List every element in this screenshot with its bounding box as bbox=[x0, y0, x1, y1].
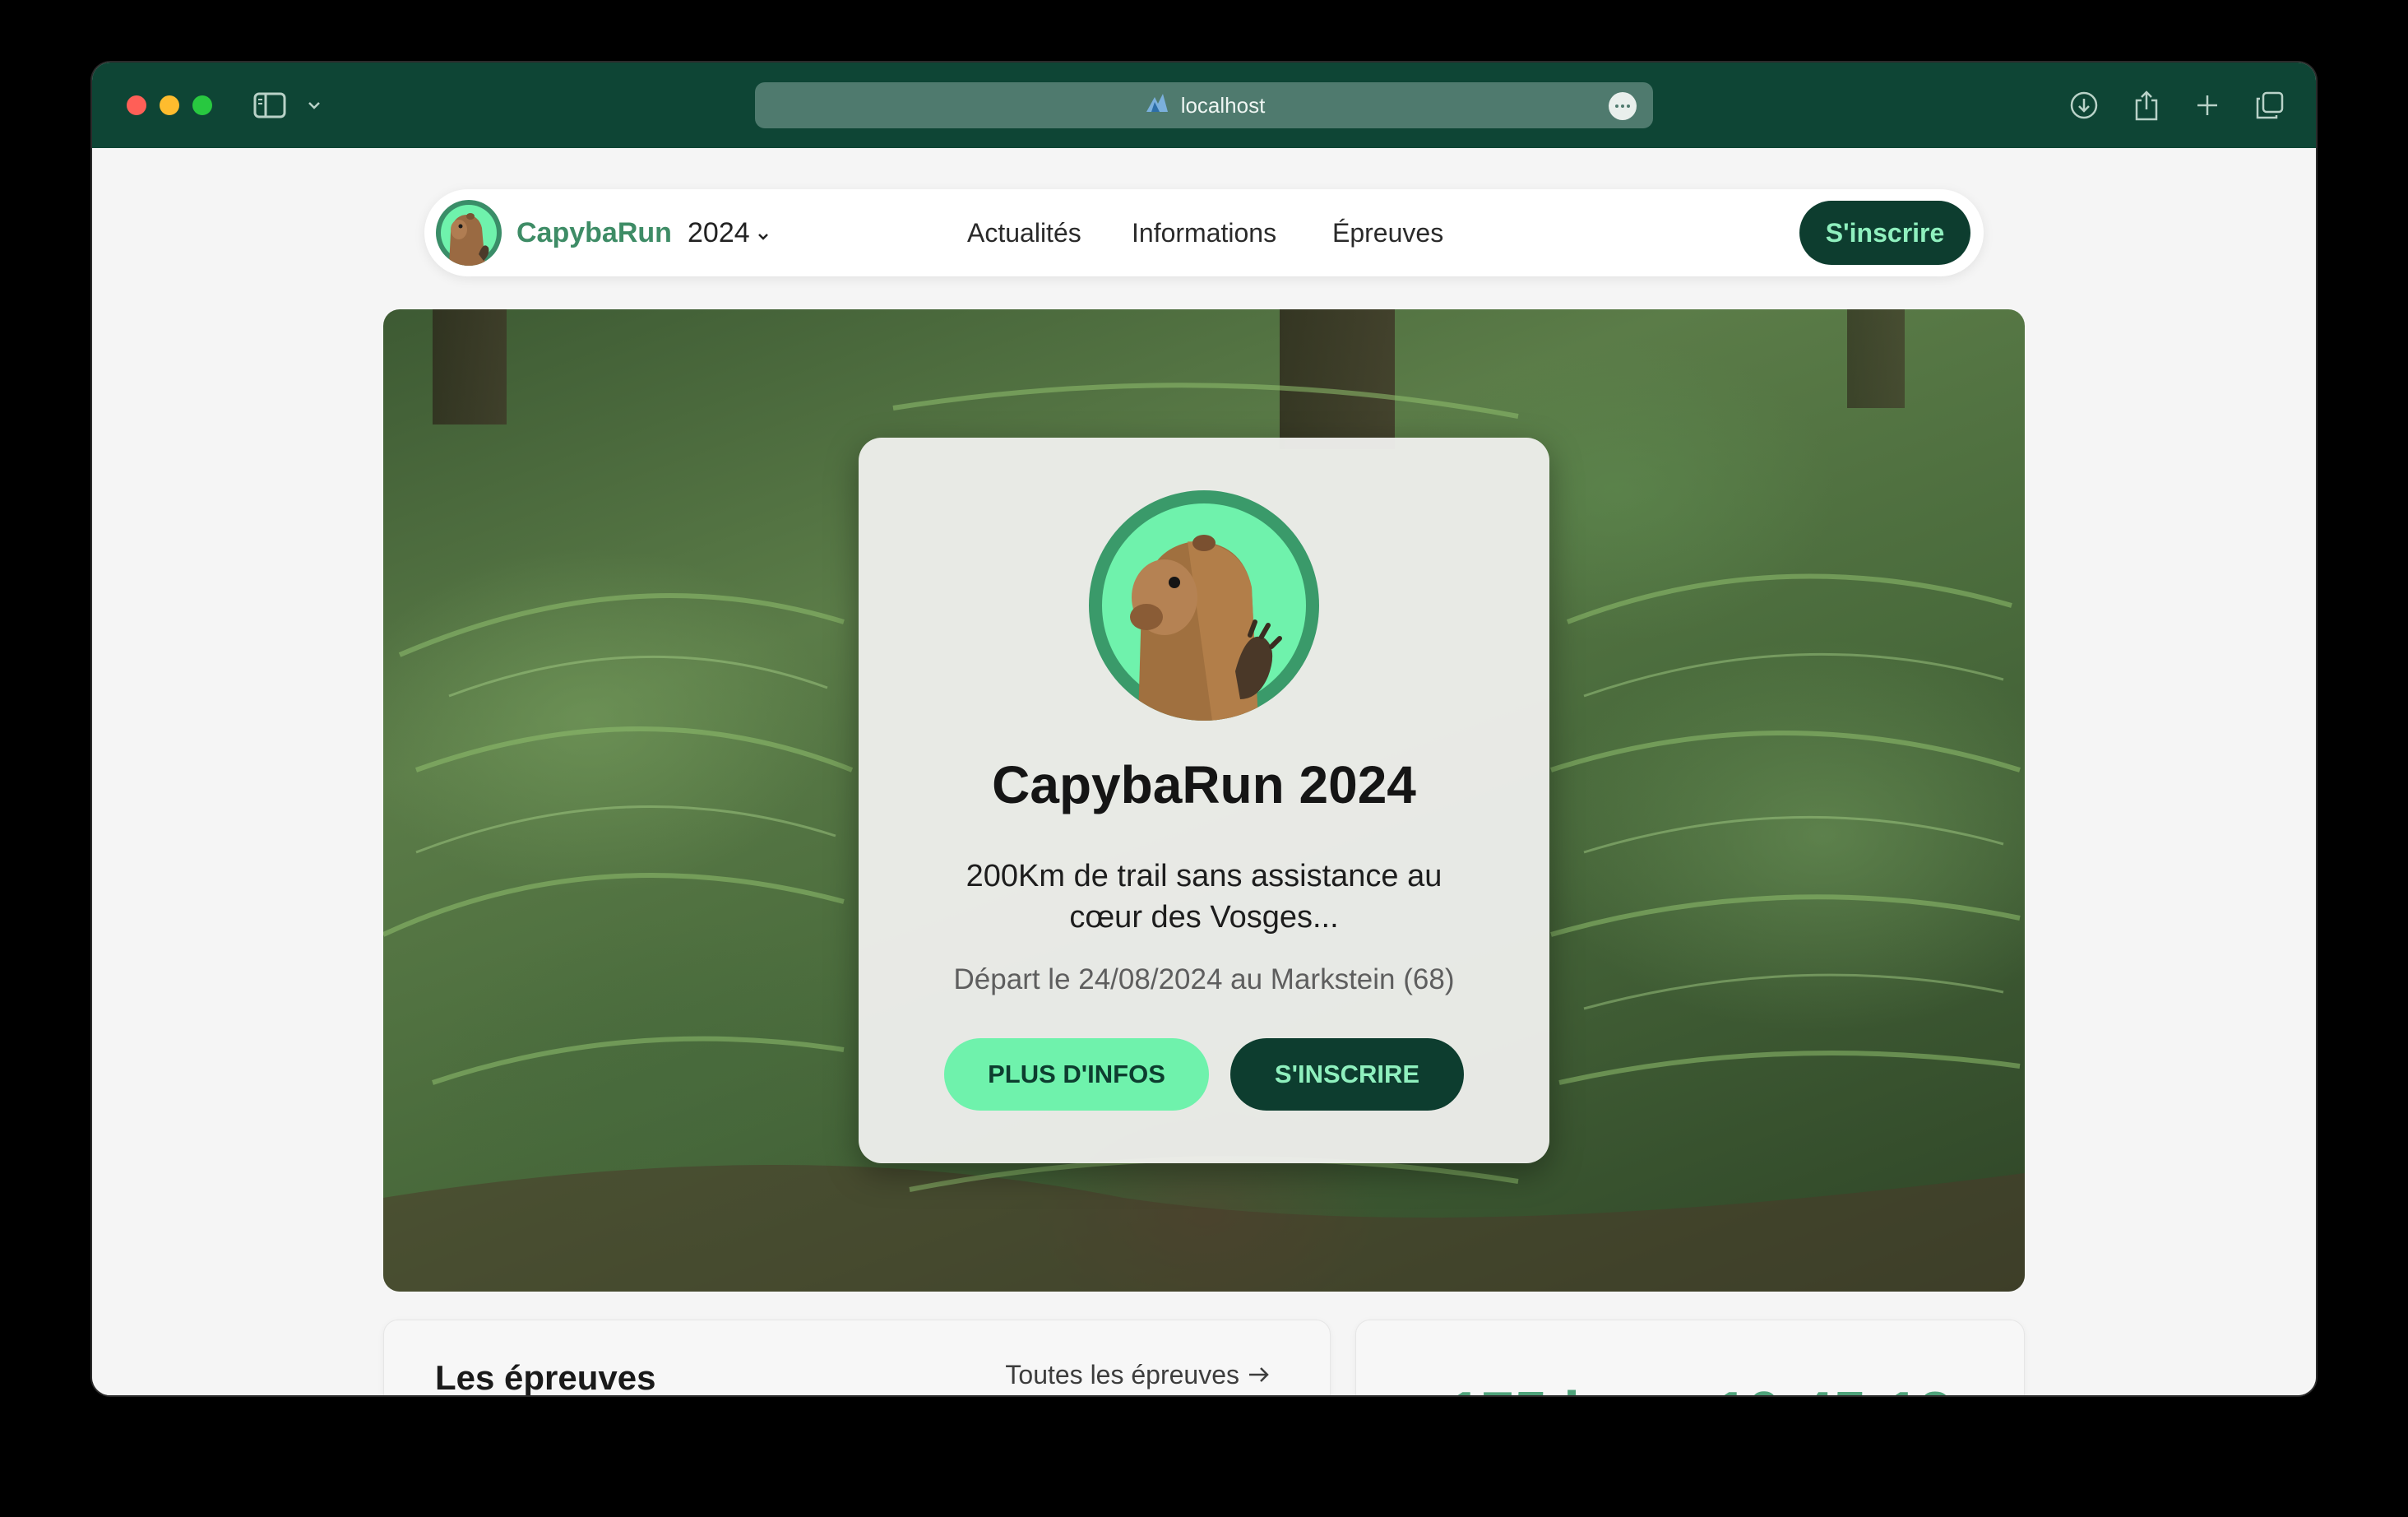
event-title: CapybaRun 2024 bbox=[992, 755, 1416, 814]
more-options-icon[interactable] bbox=[1609, 92, 1637, 120]
new-tab-icon[interactable] bbox=[2189, 87, 2225, 123]
event-card: CapybaRun 2024 200Km de trail sans assis… bbox=[859, 438, 1549, 1163]
all-events-label: Toutes les épreuves bbox=[1005, 1360, 1239, 1389]
nav-link-actualites[interactable]: Actualités bbox=[967, 213, 1081, 253]
page-content: CapybaRun 2024 Actualités Informations É… bbox=[92, 148, 2316, 1395]
site-favicon-icon bbox=[1143, 90, 1171, 121]
stats-panel: 175 km 10:45:12 bbox=[1355, 1320, 2025, 1395]
browser-window: localhost CapybaRun 2024 Actualités Info… bbox=[92, 63, 2316, 1395]
minimize-window-button[interactable] bbox=[160, 95, 179, 115]
chevron-down-icon bbox=[757, 213, 770, 253]
year-label: 2024 bbox=[688, 217, 750, 248]
tab-overview-icon[interactable] bbox=[2252, 87, 2288, 123]
sidebar-toggle-icon[interactable] bbox=[252, 87, 288, 123]
site-navbar: CapybaRun 2024 Actualités Informations É… bbox=[424, 189, 1984, 276]
register-button[interactable]: S'inscrire bbox=[1799, 201, 1970, 265]
browser-toolbar: localhost bbox=[92, 63, 2316, 148]
events-title: Les épreuves bbox=[435, 1358, 656, 1395]
hero-banner: CapybaRun 2024 200Km de trail sans assis… bbox=[383, 309, 2025, 1292]
brand-name[interactable]: CapybaRun bbox=[516, 213, 672, 253]
year-selector[interactable]: 2024 bbox=[688, 213, 770, 253]
capybara-avatar bbox=[1089, 490, 1319, 721]
event-date: Départ le 24/08/2024 au Markstein (68) bbox=[953, 963, 1455, 995]
event-description: 200Km de trail sans assistance au cœur d… bbox=[966, 859, 1442, 935]
share-icon[interactable] bbox=[2128, 87, 2165, 123]
nav-link-epreuves[interactable]: Épreuves bbox=[1332, 213, 1443, 253]
distance-stat: 175 km bbox=[1448, 1380, 1649, 1395]
download-icon[interactable] bbox=[2066, 87, 2102, 123]
all-events-link[interactable]: Toutes les épreuves bbox=[1005, 1360, 1271, 1390]
url-text: localhost bbox=[1180, 92, 1266, 118]
address-bar[interactable]: localhost bbox=[755, 82, 1653, 128]
capybara-logo[interactable] bbox=[436, 200, 502, 266]
events-panel: Les épreuves Toutes les épreuves bbox=[383, 1320, 1331, 1395]
time-stat: 10:45:12 bbox=[1715, 1380, 1952, 1395]
zoom-window-button[interactable] bbox=[192, 95, 212, 115]
close-window-button[interactable] bbox=[127, 95, 146, 115]
arrow-right-icon bbox=[1248, 1360, 1271, 1390]
chevron-down-icon[interactable] bbox=[303, 87, 326, 123]
more-info-button[interactable]: PLUS D'INFOS bbox=[944, 1038, 1209, 1111]
nav-link-informations[interactable]: Informations bbox=[1132, 213, 1276, 253]
register-now-button[interactable]: S'INSCRIRE bbox=[1230, 1038, 1464, 1111]
